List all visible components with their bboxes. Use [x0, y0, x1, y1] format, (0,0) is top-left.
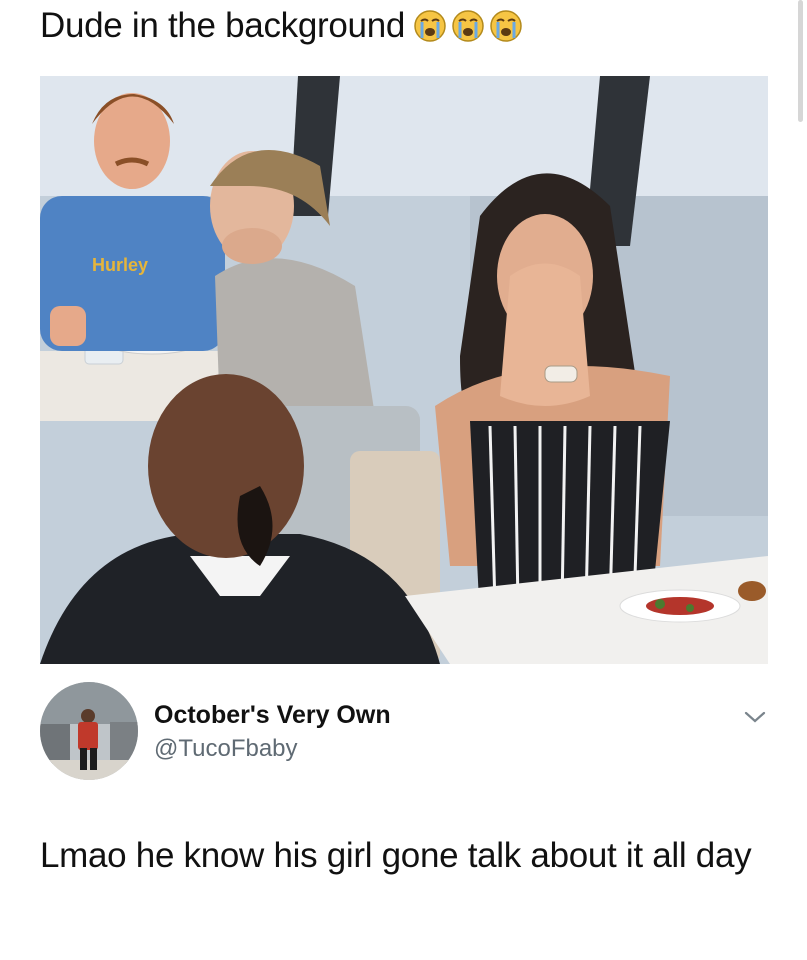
user-handle[interactable]: @TucoFbaby: [154, 734, 298, 764]
tweet-header: October's Very Own @TucoFbaby: [40, 682, 768, 782]
meme-caption: Dude in the background: [40, 4, 523, 48]
loudly-crying-face-icon: [452, 10, 484, 42]
shirt-logo-text: Hurley: [92, 255, 148, 275]
loudly-crying-face-icon: [414, 10, 446, 42]
meme-photo: Hurley: [40, 76, 768, 664]
restaurant-proposal-illustration: Hurley: [40, 76, 768, 664]
tweet-text: Lmao he know his girl gone talk about it…: [40, 836, 752, 875]
caption-text: Dude in the background: [40, 6, 406, 45]
avatar-image: [40, 682, 138, 780]
loudly-crying-face-icon: [490, 10, 522, 42]
avatar[interactable]: [40, 682, 138, 780]
scrollbar-thumb[interactable]: [798, 0, 803, 122]
chevron-down-icon[interactable]: [742, 708, 768, 726]
caption-emoji-group: [413, 9, 523, 43]
display-name[interactable]: October's Very Own: [154, 700, 391, 730]
